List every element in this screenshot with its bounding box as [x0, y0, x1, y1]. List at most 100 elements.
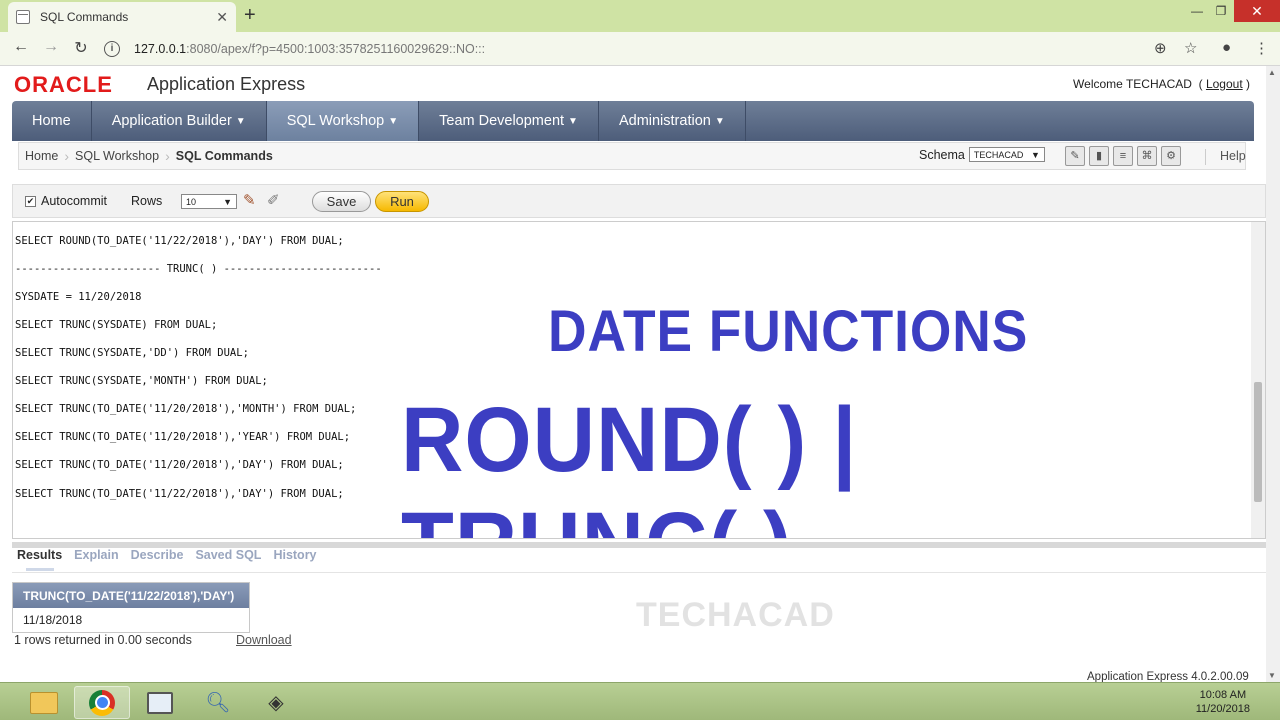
system-clock[interactable]: 10:08 AM 11/20/2018 [1196, 688, 1250, 716]
overlay-title: DATE FUNCTIONS [548, 299, 1029, 364]
browser-toolbar: ← → ↻ i 127.0.0.1:8080/apex/f?p=4500:100… [0, 32, 1280, 66]
magnifier-icon: 🔍︎ [205, 692, 231, 714]
product-name: Application Express [147, 74, 306, 94]
object-browser-icon[interactable]: ⌘ [1137, 146, 1157, 166]
new-tab-button[interactable]: + [244, 4, 256, 27]
sql-toolbar: ✔ Autocommit Rows 10 ▼ ✎ ✐ Save Run [12, 184, 1266, 218]
code-line: SELECT TRUNC(TO_DATE('11/22/2018'),'DAY'… [15, 488, 344, 500]
watermark: TECHACAD [636, 596, 835, 634]
dropdown-caret-icon: ▼ [568, 115, 578, 127]
taskbar-search-app[interactable]: 🔍︎ [190, 686, 246, 719]
results-tabs: Results Explain Describe Saved SQL Histo… [17, 548, 317, 562]
tab-history[interactable]: History [273, 548, 316, 562]
tab-sql-workshop[interactable]: SQL Workshop ▼ [266, 101, 420, 141]
taskbar-window[interactable] [132, 686, 188, 719]
page-favicon-icon [16, 10, 30, 24]
tab-administration[interactable]: Administration ▼ [599, 101, 746, 141]
code-line: SELECT TRUNC(TO_DATE('11/20/2018'),'YEAR… [15, 431, 351, 443]
editor-scroll-thumb[interactable] [1254, 382, 1262, 502]
taskbar: 🔍︎ ◈ 10:08 AM 11/20/2018 [0, 682, 1280, 720]
tab-describe[interactable]: Describe [131, 548, 184, 562]
minimize-window-button[interactable]: — [1186, 0, 1208, 22]
tool-icon: ◈ [268, 692, 284, 714]
scroll-down-icon[interactable]: ▼ [1268, 671, 1276, 680]
editor-scrollbar[interactable] [1251, 222, 1265, 538]
tab-team-development[interactable]: Team Development ▼ [419, 101, 599, 141]
menu-kebab-icon[interactable]: ⋮ [1254, 39, 1269, 57]
dropdown-caret-icon: ▼ [235, 115, 246, 127]
welcome-text: Welcome TECHACAD ( Logout ) [1073, 77, 1250, 91]
browser-tab-strip: SQL Commands ✕ + — ❐ ✕ [0, 0, 1280, 32]
select-arrow-icon: ▼ [223, 196, 232, 207]
url-text: 127.0.0.1:8080/apex/f?p=4500:1003:357825… [134, 42, 486, 56]
download-link[interactable]: Download [236, 633, 292, 647]
taskbar-file-explorer[interactable] [16, 686, 72, 719]
help-link[interactable]: Help [1205, 149, 1246, 165]
table-cell: 11/18/2018 [13, 608, 249, 632]
breadcrumb-home[interactable]: Home [19, 149, 64, 163]
close-tab-icon[interactable]: ✕ [216, 9, 228, 26]
code-line: SELECT TRUNC(SYSDATE,'DD') FROM DUAL; [15, 347, 249, 359]
breadcrumb-sql-workshop[interactable]: SQL Workshop [69, 149, 165, 163]
taskbar-tool-app[interactable]: ◈ [248, 686, 304, 719]
select-arrow-icon: ▼ [1030, 149, 1040, 160]
table-column-header: TRUNC(TO_DATE('11/22/2018'),'DAY') [13, 583, 249, 608]
taskbar-chrome[interactable] [74, 686, 130, 719]
tab-saved-sql[interactable]: Saved SQL [195, 548, 261, 562]
tab-explain[interactable]: Explain [74, 548, 118, 562]
dropdown-caret-icon: ▼ [714, 115, 725, 127]
oracle-logo: ORACLE [14, 72, 113, 97]
tab-home[interactable]: Home [12, 101, 92, 141]
sql-commands-icon[interactable]: ▮ [1089, 146, 1109, 166]
run-button[interactable]: Run [375, 191, 429, 212]
rows-label: Rows [131, 194, 163, 208]
chrome-icon [89, 689, 115, 716]
window-icon [147, 691, 173, 714]
bookmark-star-icon[interactable]: ☆ [1184, 39, 1197, 57]
scroll-up-icon[interactable]: ▲ [1268, 68, 1276, 77]
breadcrumb-sql-commands: SQL Commands [175, 149, 273, 163]
autocommit-option[interactable]: ✔ Autocommit [25, 194, 107, 208]
main-nav: Home Application Builder ▼ SQL Workshop ▼ … [12, 101, 1254, 141]
results-table: TRUNC(TO_DATE('11/22/2018'),'DAY') 11/18… [12, 582, 250, 633]
page-scrollbar[interactable]: ▲ ▼ [1266, 66, 1280, 682]
autocommit-label: Autocommit [41, 194, 107, 208]
sql-editor[interactable]: SELECT ROUND(TO_DATE('11/22/2018'),'DAY'… [12, 221, 1266, 539]
code-line: SELECT TRUNC(TO_DATE('11/20/2018'),'MONT… [15, 403, 357, 415]
breadcrumb: Home › SQL Workshop › SQL Commands Schem… [18, 142, 1246, 170]
save-button[interactable]: Save [312, 191, 371, 212]
logout-link[interactable]: Logout [1206, 77, 1243, 91]
schema-picker: Schema TECHACAD ▼ [919, 147, 1045, 162]
close-window-button[interactable]: ✕ [1234, 0, 1280, 22]
code-line: SELECT ROUND(TO_DATE('11/22/2018'),'DAY'… [15, 235, 344, 247]
reload-icon[interactable]: ↻ [70, 38, 92, 58]
forward-arrow-icon[interactable]: → [40, 38, 62, 56]
back-arrow-icon[interactable]: ← [10, 38, 32, 56]
code-line: SYSDATE = 11/20/2018 [15, 291, 142, 303]
profile-icon[interactable]: ● [1222, 39, 1231, 56]
browser-tab[interactable]: SQL Commands ✕ [8, 2, 236, 32]
active-tab-indicator [26, 568, 54, 571]
autocommit-checkbox[interactable]: ✔ [25, 195, 36, 207]
clear-command-icon[interactable]: ✎ [243, 191, 256, 209]
tab-title: SQL Commands [40, 10, 129, 24]
sql-scripts-icon[interactable]: ≡ [1113, 146, 1133, 166]
apex-header: ORACLE Application Express Welcome TECHA… [0, 66, 1266, 100]
rows-returned-text: 1 rows returned in 0.00 seconds [14, 633, 192, 647]
find-tables-icon[interactable]: ✐ [267, 191, 280, 209]
maximize-window-button[interactable]: ❐ [1210, 0, 1232, 22]
tab-application-builder[interactable]: Application Builder ▼ [92, 101, 267, 141]
utilities-gear-icon[interactable]: ⚙ [1161, 146, 1181, 166]
code-line: SELECT TRUNC(TO_DATE('11/20/2018'),'DAY'… [15, 459, 344, 471]
schema-select[interactable]: TECHACAD ▼ [968, 147, 1045, 162]
results-divider [12, 572, 1266, 573]
tab-results[interactable]: Results [17, 548, 62, 562]
site-info-icon[interactable]: i [104, 41, 120, 57]
zoom-icon[interactable]: ⊕ [1154, 39, 1167, 57]
rows-select[interactable]: 10 ▼ [181, 194, 237, 209]
tool-icons: ✎ ▮ ≡ ⌘ ⚙ [1065, 146, 1181, 166]
query-builder-icon[interactable]: ✎ [1065, 146, 1085, 166]
code-line: SELECT TRUNC(SYSDATE) FROM DUAL; [15, 319, 218, 331]
schema-label: Schema [919, 147, 965, 162]
address-bar[interactable]: i 127.0.0.1:8080/apex/f?p=4500:1003:3578… [104, 36, 1214, 62]
